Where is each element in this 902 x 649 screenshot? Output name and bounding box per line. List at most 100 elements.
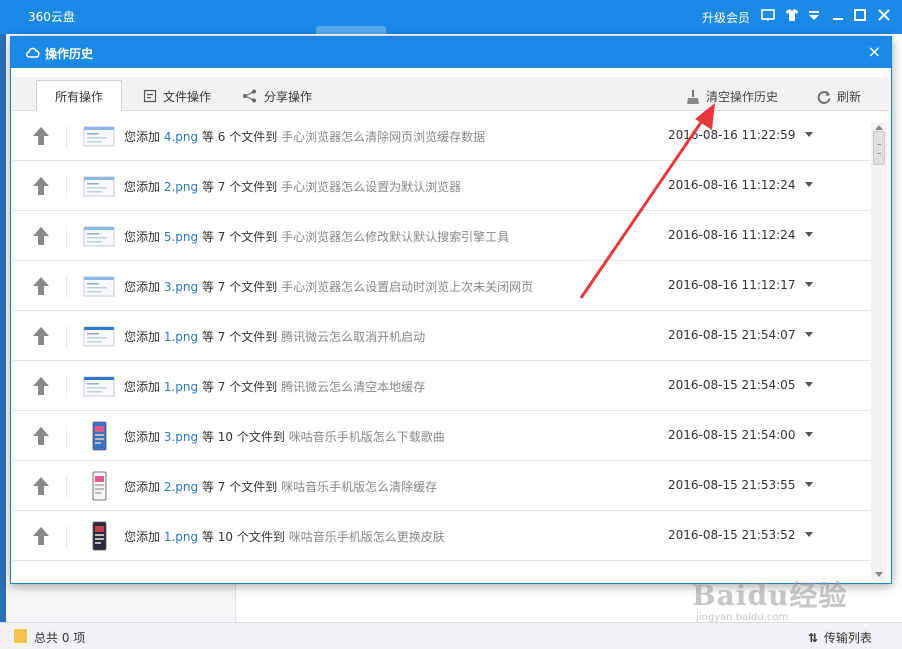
row-folder-link[interactable]: 手心浏览器怎么清除网页浏览缓存数据 <box>281 130 485 144</box>
baidu-watermark: Baidu经验 jingyan.baidu.com <box>692 574 847 623</box>
row-folder-link[interactable]: 手心浏览器怎么设置为默认浏览器 <box>281 180 461 194</box>
tab-all-operations-label: 所有操作 <box>55 89 104 104</box>
maximize-icon[interactable] <box>852 8 868 24</box>
row-divider <box>66 426 67 448</box>
file-thumbnail[interactable] <box>83 121 115 151</box>
row-dropdown-icon[interactable] <box>805 232 813 237</box>
message-icon[interactable] <box>760 8 776 24</box>
upgrade-vip-link[interactable]: 升级会员 <box>702 9 750 26</box>
refresh-icon <box>817 90 831 104</box>
upload-arrow-icon <box>32 176 50 196</box>
row-folder-link[interactable]: 手心浏览器怎么修改默认默认搜索引擎工具 <box>281 230 509 244</box>
history-row[interactable]: 您添加 2.png 等 7 个文件到 咪咕音乐手机版怎么清除缓存 2016-08-… <box>13 461 870 511</box>
status-total: 总共 0 项 <box>34 631 86 645</box>
row-file-link[interactable]: 1.png <box>164 530 198 544</box>
row-dropdown-icon[interactable] <box>805 532 813 537</box>
row-timestamp: 2016-08-15 21:54:00 <box>668 428 796 442</box>
upload-arrow-icon <box>32 226 50 246</box>
history-toolbar: 所有操作 文件操作 分享操作 清空操作历史 刷新 <box>13 77 889 112</box>
history-row[interactable]: 您添加 3.png 等 10 个文件到 咪咕音乐手机版怎么下载歌曲 2016-08… <box>13 411 870 461</box>
row-file-link[interactable]: 2.png <box>164 480 198 494</box>
history-dialog: 操作历史 × 所有操作 文件操作 分享操作 清空操作历史 刷新 您添加 4.pn… <box>10 36 892 584</box>
row-message: 您添加 1.png 等 7 个文件到 腾讯微云怎么取消开机启动 <box>124 328 425 345</box>
history-row[interactable]: 您添加 2.png 等 7 个文件到 手心浏览器怎么设置为默认浏览器 2016-0… <box>13 161 870 211</box>
row-dropdown-icon[interactable] <box>805 182 813 187</box>
row-dropdown-icon[interactable] <box>805 282 813 287</box>
refresh-button[interactable]: 刷新 <box>816 88 861 105</box>
menu-icon[interactable] <box>806 8 822 24</box>
row-folder-link[interactable]: 手心浏览器怎么设置启动时浏览上次未关闭网页 <box>281 280 533 294</box>
file-thumbnail[interactable] <box>83 221 115 251</box>
cloud-icon <box>25 45 41 59</box>
tab-all-operations[interactable]: 所有操作 <box>36 80 123 112</box>
history-row[interactable]: 您添加 3.png 等 7 个文件到 手心浏览器怎么设置启动时浏览上次未关闭网页… <box>13 261 870 311</box>
tab-file-operations[interactable]: 文件操作 <box>143 80 211 112</box>
row-file-link[interactable]: 3.png <box>164 280 198 294</box>
scrollbar-thumb[interactable] <box>873 131 885 165</box>
history-row[interactable]: 您添加 5.png 等 7 个文件到 手心浏览器怎么修改默认默认搜索引擎工具 20… <box>13 211 870 261</box>
file-thumbnail[interactable] <box>83 471 115 501</box>
upload-arrow-icon <box>32 376 50 396</box>
file-thumbnail[interactable] <box>83 371 115 401</box>
row-message: 您添加 2.png 等 7 个文件到 手心浏览器怎么设置为默认浏览器 <box>124 178 461 195</box>
row-folder-link[interactable]: 腾讯微云怎么取消开机启动 <box>281 330 425 344</box>
row-file-link[interactable]: 3.png <box>164 430 198 444</box>
history-row[interactable]: 您添加 1.png 等 7 个文件到 腾讯微云怎么取消开机启动 2016-08-1… <box>13 311 870 361</box>
row-prefix: 您添加 <box>124 130 161 144</box>
row-divider <box>66 226 67 248</box>
file-thumbnail[interactable] <box>83 421 115 451</box>
minimize-icon[interactable] <box>830 8 846 24</box>
row-folder-link[interactable]: 咪咕音乐手机版怎么清除缓存 <box>281 480 437 494</box>
close-window-icon[interactable] <box>876 8 892 24</box>
dialog-header: 操作历史 × <box>11 37 891 68</box>
history-row[interactable]: 您添加 1.png 等 7 个文件到 腾讯微云怎么清空本地缓存 2016-08-1… <box>13 361 870 411</box>
tab-share-operations-label: 分享操作 <box>264 89 313 104</box>
row-file-link[interactable]: 1.png <box>164 330 198 344</box>
row-message: 您添加 2.png 等 7 个文件到 咪咕音乐手机版怎么清除缓存 <box>124 478 437 495</box>
row-dropdown-icon[interactable] <box>805 132 813 137</box>
row-folder-link[interactable]: 咪咕音乐手机版怎么更换皮肤 <box>289 530 445 544</box>
file-thumbnail[interactable] <box>83 271 115 301</box>
row-dropdown-icon[interactable] <box>805 382 813 387</box>
row-folder-link[interactable]: 腾讯微云怎么清空本地缓存 <box>281 380 425 394</box>
row-timestamp: 2016-08-15 21:54:07 <box>668 328 796 342</box>
app-title: 360云盘 <box>28 10 75 24</box>
row-folder-link[interactable]: 咪咕音乐手机版怎么下载歌曲 <box>289 430 445 444</box>
history-list: 您添加 4.png 等 6 个文件到 手心浏览器怎么清除网页浏览缓存数据 2016… <box>13 111 870 581</box>
history-row[interactable]: 您添加 1.png 等 10 个文件到 咪咕音乐手机版怎么更换皮肤 2016-08… <box>13 511 870 561</box>
row-prefix: 您添加 <box>124 330 161 344</box>
file-thumbnail[interactable] <box>83 521 115 551</box>
transfer-icon: ⇅ <box>808 631 819 645</box>
upload-arrow-icon <box>32 476 50 496</box>
scrollbar[interactable] <box>871 123 887 581</box>
history-row[interactable]: 您添加 4.png 等 6 个文件到 手心浏览器怎么清除网页浏览缓存数据 2016… <box>13 111 870 161</box>
upload-arrow-icon <box>32 426 50 446</box>
row-dropdown-icon[interactable] <box>805 482 813 487</box>
transfer-list-button[interactable]: ⇅ 传输列表 <box>808 629 872 646</box>
status-bar: 总共 0 项 ⇅ 传输列表 <box>0 622 902 649</box>
row-count: 等 7 个文件到 <box>201 180 278 194</box>
row-prefix: 您添加 <box>124 480 161 494</box>
broom-icon <box>687 89 699 104</box>
skin-icon[interactable] <box>784 8 800 24</box>
file-thumbnail[interactable] <box>83 171 115 201</box>
row-file-link[interactable]: 1.png <box>164 380 198 394</box>
row-prefix: 您添加 <box>124 530 161 544</box>
row-count: 等 7 个文件到 <box>201 330 278 344</box>
scroll-down-icon[interactable] <box>875 572 883 577</box>
row-divider <box>66 326 67 348</box>
row-dropdown-icon[interactable] <box>805 432 813 437</box>
row-file-link[interactable]: 4.png <box>164 130 198 144</box>
share-icon <box>243 89 256 103</box>
scroll-up-icon[interactable] <box>875 125 883 130</box>
row-file-link[interactable]: 5.png <box>164 230 198 244</box>
clear-history-button[interactable]: 清空操作历史 <box>685 88 778 105</box>
tab-file-operations-label: 文件操作 <box>163 89 212 104</box>
file-thumbnail[interactable] <box>83 321 115 351</box>
row-message: 您添加 4.png 等 6 个文件到 手心浏览器怎么清除网页浏览缓存数据 <box>124 128 485 145</box>
tab-share-operations[interactable]: 分享操作 <box>242 80 312 112</box>
app-left-edge <box>0 34 6 622</box>
dialog-close-button[interactable]: × <box>868 43 881 61</box>
row-dropdown-icon[interactable] <box>805 332 813 337</box>
row-file-link[interactable]: 2.png <box>164 180 198 194</box>
